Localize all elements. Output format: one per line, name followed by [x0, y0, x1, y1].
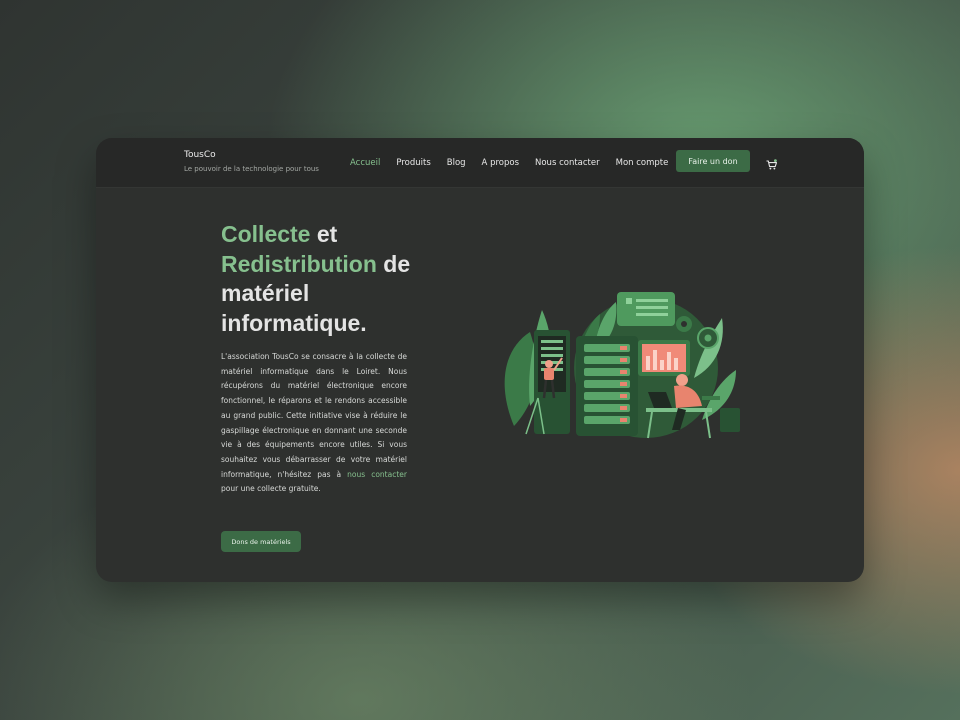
hero-title-word-collecte: Collecte — [221, 221, 311, 247]
donate-button[interactable]: Faire un don — [676, 150, 750, 172]
nav-link-mon-compte[interactable]: Mon compte — [616, 158, 669, 168]
hero-title: Collecte et Redistribution de matériel info… — [221, 220, 441, 338]
server-room-illustration — [496, 288, 746, 458]
nav-link-nous-contacter[interactable]: Nous contacter — [535, 158, 600, 168]
main-nav: Accueil Produits Blog A propos Nous cont… — [350, 138, 684, 187]
browser-window: TousCo Le pouvoir de la technologie pour… — [96, 138, 864, 582]
hero-title-word-informatique: informatique. — [221, 309, 367, 336]
nav-link-blog[interactable]: Blog — [447, 158, 466, 168]
hero-title-word-materiel: matériel — [221, 280, 310, 306]
nav-link-accueil[interactable]: Accueil — [350, 158, 380, 168]
brand[interactable]: TousCo Le pouvoir de la technologie pour… — [184, 150, 319, 174]
brand-name: TousCo — [184, 150, 216, 160]
hero-description-text: L'association TousCo se consacre à la co… — [221, 352, 407, 479]
hero-description-text-end: pour une collecte gratuite. — [221, 484, 321, 494]
cart-icon[interactable] — [766, 156, 778, 170]
hero-title-word-redistribution: Redistribution — [221, 250, 377, 277]
nav-link-produits[interactable]: Produits — [396, 158, 430, 168]
nav-link-a-propos[interactable]: A propos — [482, 158, 519, 168]
hero-description: L'association TousCo se consacre à la co… — [221, 350, 407, 497]
brand-tagline: Le pouvoir de la technologie pour tous — [184, 165, 319, 173]
hero-title-word-et: et — [316, 221, 338, 247]
contact-link[interactable]: nous contacter — [347, 470, 407, 479]
hero-title-word-de: de — [383, 250, 411, 277]
donate-hardware-button[interactable]: Dons de matériels — [221, 531, 301, 552]
site-header: TousCo Le pouvoir de la technologie pour… — [96, 138, 864, 188]
